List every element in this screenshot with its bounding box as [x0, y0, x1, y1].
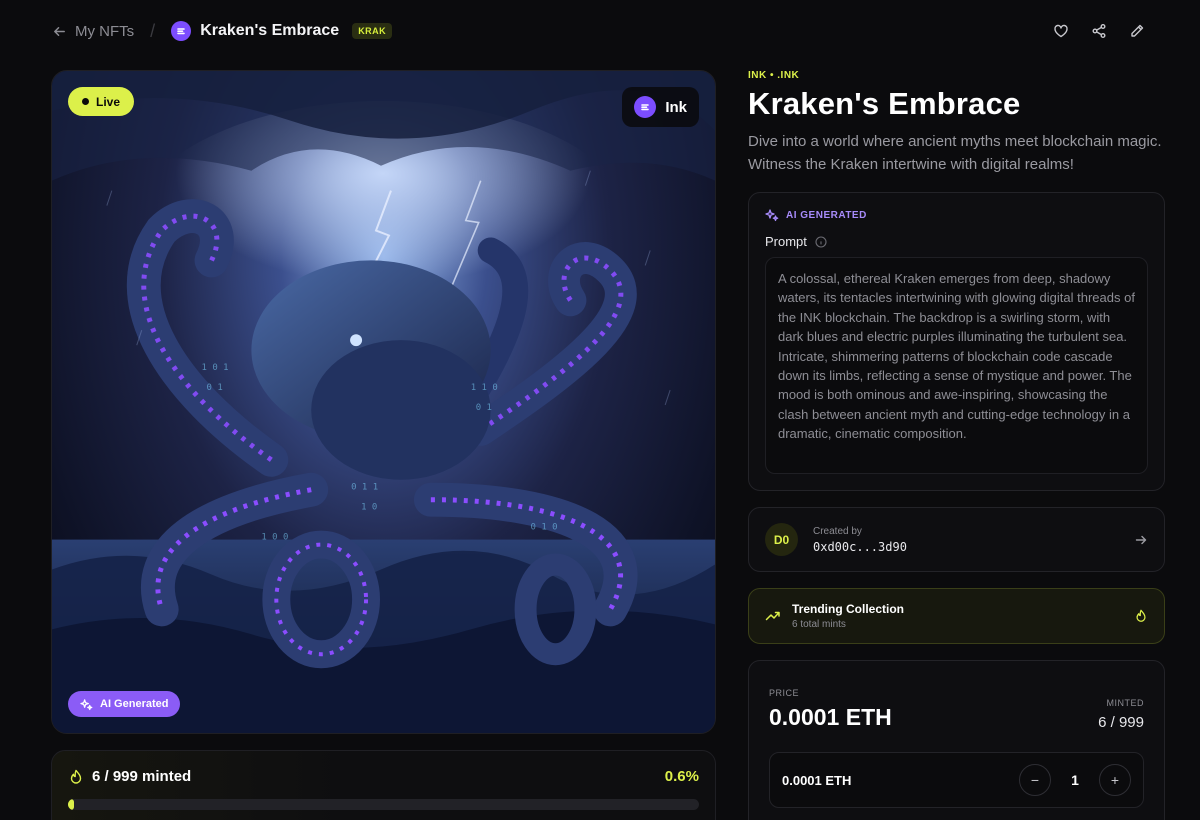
increase-quantity-button[interactable]: + — [1099, 764, 1131, 796]
live-dot-icon — [82, 98, 89, 105]
prompt-card: AI GENERATED Prompt A colossal, ethereal… — [748, 192, 1165, 491]
prompt-text: A colossal, ethereal Kraken emerges from… — [765, 257, 1148, 474]
live-status-label: Live — [96, 94, 121, 109]
nft-detail-panel: INK • .INK Kraken's Embrace Dive into a … — [748, 70, 1165, 820]
mint-progress-fill — [68, 799, 74, 810]
creator-card[interactable]: D0 Created by 0xd00c...3d90 — [748, 507, 1165, 572]
ai-badge-label: AI Generated — [100, 698, 169, 710]
svg-text:0 1 0: 0 1 0 — [531, 523, 558, 533]
nft-description: Dive into a world where ancient myths me… — [748, 133, 1162, 173]
sparkles-icon — [765, 209, 779, 222]
trending-up-icon — [765, 611, 780, 621]
svg-text:0 1: 0 1 — [207, 383, 223, 393]
svg-text:1 1 0: 1 1 0 — [471, 383, 498, 393]
quantity-stepper: − 1 + — [1019, 764, 1131, 796]
back-link-label: My NFTs — [75, 22, 135, 40]
avatar: D0 — [765, 523, 798, 556]
mint-progress-card: 6 / 999 minted 0.6% — [51, 750, 716, 820]
mint-progress-bar — [68, 799, 699, 810]
share-button[interactable] — [1091, 23, 1107, 39]
minted-value: 6 / 999 — [1098, 714, 1144, 731]
live-status-badge: Live — [68, 87, 135, 116]
trending-collection-card: Trending Collection 6 total mints — [748, 588, 1165, 644]
creator-address: 0xd00c...3d90 — [813, 539, 907, 554]
creator-label: Created by — [813, 525, 862, 537]
quantity-value: 1 — [1071, 772, 1079, 788]
breadcrumb-separator: / — [150, 20, 156, 41]
svg-text:1 0 0: 1 0 0 — [261, 533, 288, 543]
top-actions — [1053, 23, 1145, 39]
breadcrumb-title: Kraken's Embrace — [200, 22, 340, 39]
price-value: 0.0001 ETH — [769, 704, 892, 730]
svg-text:0 1: 0 1 — [476, 403, 492, 413]
prompt-heading: Prompt — [765, 234, 1148, 249]
kraken-illustration: 1 0 1 0 1 1 1 0 0 1 0 1 1 1 0 1 0 0 0 1 0 — [52, 71, 715, 733]
edit-button[interactable] — [1129, 23, 1145, 39]
ink-logo-icon — [634, 96, 657, 118]
svg-text:1 0 1: 1 0 1 — [202, 363, 229, 373]
nft-title: Kraken's Embrace — [748, 86, 1021, 121]
breadcrumb-current: Kraken's Embrace KRAK — [171, 21, 393, 41]
quantity-selector: 0.0001 ETH − 1 + — [769, 752, 1144, 808]
edit-icon — [1131, 24, 1144, 37]
svg-text:0 1 1: 0 1 1 — [351, 483, 378, 493]
svg-text:1 0: 1 0 — [361, 503, 377, 513]
flame-icon — [1136, 609, 1146, 622]
top-bar: My NFTs / Kraken's Embrace KRAK — [0, 0, 1200, 62]
ai-generated-badge: AI Generated — [68, 691, 181, 717]
nft-artwork[interactable]: 1 0 1 0 1 1 1 0 0 1 0 1 1 1 0 1 0 0 0 1 0 Li… — [51, 70, 716, 734]
info-icon[interactable] — [815, 235, 827, 248]
prompt-heading-label: Prompt — [765, 234, 807, 249]
favorite-button[interactable] — [1053, 23, 1069, 39]
flame-icon — [70, 769, 82, 784]
chain-chip-label: Ink — [665, 98, 687, 116]
minted-label: MINTED — [1106, 698, 1144, 708]
chain-chip: Ink — [622, 87, 699, 127]
minted-percent: 0.6% — [664, 768, 699, 785]
sparkles-icon — [80, 698, 93, 710]
total-price: 0.0001 ETH — [782, 772, 852, 788]
ticker-badge: KRAK — [352, 23, 393, 39]
trending-title: Trending Collection — [792, 602, 905, 616]
trending-subtitle: 6 total mints — [792, 619, 846, 630]
price-card: PRICE 0.0001 ETH MINTED 6 / 999 0.0001 E… — [748, 660, 1165, 820]
ink-logo-icon — [171, 21, 192, 41]
arrow-right-icon — [1135, 535, 1147, 544]
minted-count: 6 / 999 minted — [92, 768, 192, 785]
ai-generated-label: AI GENERATED — [765, 208, 1148, 222]
share-icon — [1092, 24, 1106, 38]
heart-icon — [1054, 24, 1068, 38]
price-label: PRICE — [769, 688, 800, 698]
ai-generated-text: AI GENERATED — [786, 209, 867, 221]
chain-tag: INK • .INK — [748, 70, 800, 81]
decrease-quantity-button[interactable]: − — [1019, 764, 1051, 796]
back-link[interactable]: My NFTs — [52, 23, 134, 40]
arrow-left-icon — [54, 26, 65, 36]
